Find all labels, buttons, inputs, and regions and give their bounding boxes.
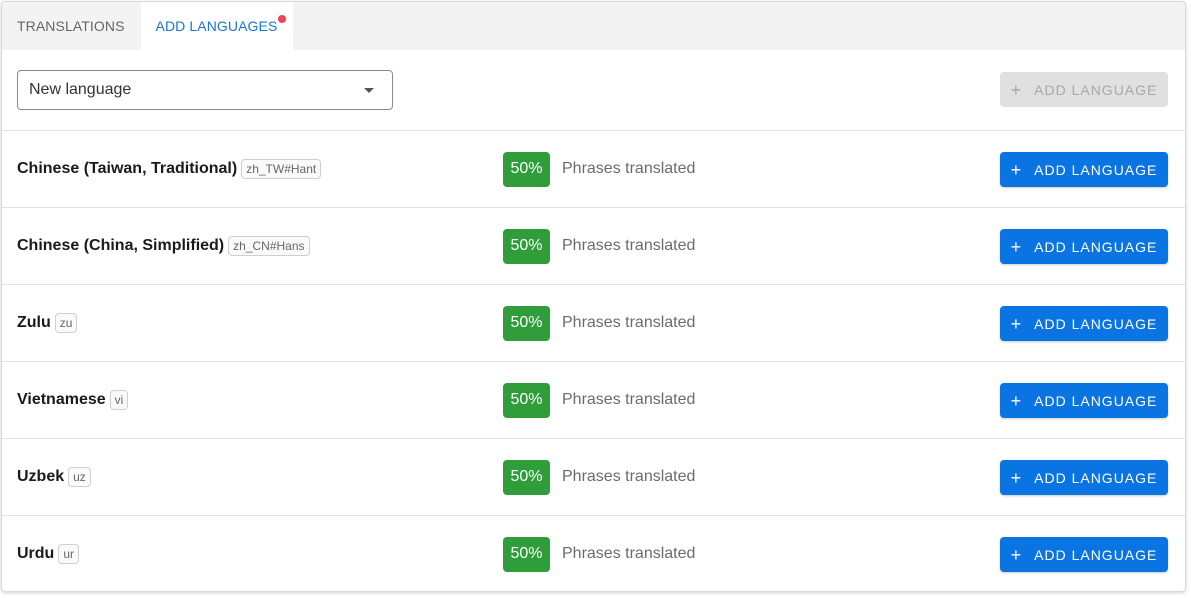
plus-icon: + — [1010, 159, 1023, 180]
language-code-chip: zh_TW#Hant — [241, 159, 322, 179]
add-language-button-label: ADD LANGUAGE — [1034, 161, 1158, 178]
phrases-translated-label: Phrases translated — [562, 314, 696, 331]
translation-progress: 50% Phrases translated — [503, 362, 695, 438]
add-language-button[interactable]: + ADD LANGUAGE — [1000, 460, 1168, 495]
add-language-button[interactable]: + ADD LANGUAGE — [1000, 229, 1168, 264]
language-code-chip: uz — [68, 467, 91, 487]
tab-add-languages-label: ADD LANGUAGES — [155, 18, 278, 34]
translation-progress: 50% Phrases translated — [503, 516, 696, 591]
add-language-bar: New language + ADD LANGUAGE — [2, 50, 1185, 131]
language-row: Chinese (China, Simplified) zh_CN#Hans 5… — [2, 208, 1185, 285]
language-info: Urdu ur — [17, 516, 79, 591]
translation-progress: 50% Phrases translated — [503, 439, 695, 515]
language-info: Chinese (Taiwan, Traditional) zh_TW#Hant — [17, 131, 322, 207]
tab-translations[interactable]: TRANSLATIONS — [2, 2, 141, 50]
tab-add-languages[interactable]: ADD LANGUAGES — [140, 2, 294, 50]
plus-icon: + — [1010, 79, 1023, 100]
language-name: Chinese (China, Simplified) — [17, 237, 225, 254]
tab-translations-label: TRANSLATIONS — [17, 18, 125, 34]
plus-icon: + — [1010, 467, 1023, 488]
add-language-button-label: ADD LANGUAGE — [1034, 315, 1158, 332]
plus-icon: + — [1010, 236, 1023, 257]
language-info: Uzbek uz — [17, 439, 91, 515]
language-name: Uzbek — [17, 468, 65, 485]
caret-down-icon — [364, 87, 374, 93]
language-list: Chinese (Taiwan, Traditional) zh_TW#Hant… — [2, 131, 1185, 591]
language-code-chip: zh_CN#Hans — [228, 236, 310, 256]
language-info: Chinese (China, Simplified) zh_CN#Hans — [17, 208, 310, 284]
language-row: Chinese (Taiwan, Traditional) zh_TW#Hant… — [2, 131, 1185, 208]
language-info: Zulu zu — [17, 285, 78, 361]
translation-progress: 50% Phrases translated — [503, 285, 695, 361]
add-language-button-label: ADD LANGUAGE — [1034, 81, 1158, 98]
percent-badge: 50% — [503, 459, 550, 495]
language-row: Vietnamese vi 50% Phrases translated + A… — [2, 362, 1185, 439]
phrases-translated-label: Phrases translated — [562, 391, 696, 408]
add-language-button-label: ADD LANGUAGE — [1034, 392, 1158, 409]
language-row: Uzbek uz 50% Phrases translated + ADD LA… — [2, 439, 1185, 516]
add-language-button[interactable]: + ADD LANGUAGE — [1000, 537, 1168, 572]
language-row: Urdu ur 50% Phrases translated + ADD LAN… — [2, 516, 1185, 591]
new-language-select-value: New language — [29, 81, 132, 98]
add-language-button[interactable]: + ADD LANGUAGE — [1000, 383, 1168, 418]
translation-progress: 50% Phrases translated — [503, 131, 695, 207]
percent-badge: 50% — [503, 382, 550, 418]
percent-badge: 50% — [503, 151, 550, 187]
phrases-translated-label: Phrases translated — [562, 468, 696, 485]
language-row: Zulu zu 50% Phrases translated + ADD LAN… — [2, 285, 1185, 362]
phrases-translated-label: Phrases translated — [562, 237, 696, 254]
language-name: Chinese (Taiwan, Traditional) — [17, 160, 238, 177]
language-code-chip: ur — [58, 544, 79, 564]
percent-badge: 50% — [503, 305, 550, 341]
add-language-button[interactable]: + ADD LANGUAGE — [1000, 306, 1168, 341]
language-info: Vietnamese vi — [17, 362, 129, 438]
add-language-button-disabled[interactable]: + ADD LANGUAGE — [1000, 72, 1168, 107]
languages-card: TRANSLATIONS ADD LANGUAGES New language … — [1, 1, 1186, 592]
percent-badge: 50% — [503, 536, 550, 572]
language-name: Urdu — [17, 545, 55, 562]
plus-icon: + — [1010, 390, 1023, 411]
add-language-button[interactable]: + ADD LANGUAGE — [1000, 152, 1168, 187]
plus-icon: + — [1010, 313, 1023, 334]
phrases-translated-label: Phrases translated — [562, 545, 696, 562]
tab-bar: TRANSLATIONS ADD LANGUAGES — [2, 2, 1185, 50]
phrases-translated-label: Phrases translated — [562, 160, 696, 177]
language-code-chip: vi — [109, 390, 129, 410]
new-language-select[interactable]: New language — [17, 70, 393, 110]
notification-dot — [278, 15, 287, 23]
add-language-button-label: ADD LANGUAGE — [1034, 238, 1158, 255]
language-name: Vietnamese — [17, 391, 106, 408]
add-language-button-label: ADD LANGUAGE — [1034, 469, 1158, 486]
language-code-chip: zu — [54, 313, 78, 333]
language-name: Zulu — [17, 314, 51, 331]
plus-icon: + — [1010, 544, 1023, 565]
add-language-button-label: ADD LANGUAGE — [1034, 546, 1158, 563]
translation-progress: 50% Phrases translated — [503, 208, 695, 284]
percent-badge: 50% — [503, 228, 550, 264]
